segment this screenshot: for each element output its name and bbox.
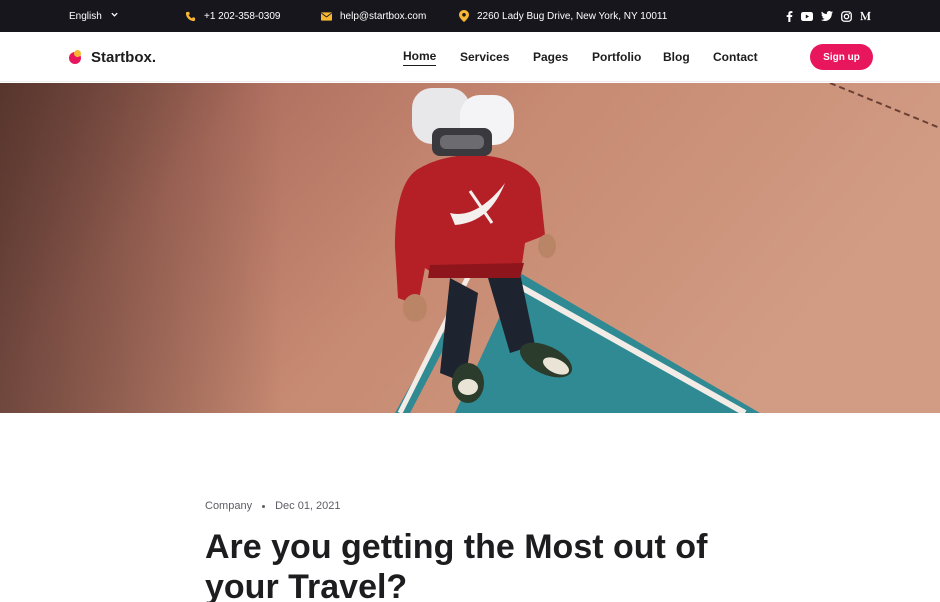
brand-logo[interactable]: Startbox. — [69, 32, 156, 82]
signup-button[interactable]: Sign up — [810, 44, 873, 70]
top-bar: English +1 202-358-0309 help@startbox.co… — [0, 0, 940, 32]
mail-icon — [321, 11, 332, 21]
nav-item-services[interactable]: Services — [460, 50, 509, 64]
email-contact[interactable]: help@startbox.com — [321, 0, 426, 32]
instagram-icon[interactable] — [841, 10, 852, 22]
logo-mark-icon — [69, 50, 83, 64]
language-selector[interactable]: English — [69, 0, 119, 32]
social-links — [786, 0, 871, 32]
phone-icon — [185, 11, 196, 22]
chevron-down-icon — [110, 10, 119, 22]
medium-icon[interactable] — [860, 10, 871, 22]
article-meta: Company Dec 01, 2021 — [205, 500, 341, 512]
facebook-icon[interactable] — [786, 10, 793, 22]
email-address: help@startbox.com — [340, 10, 427, 22]
phone-number: +1 202-358-0309 — [204, 10, 281, 22]
location-pin-icon — [459, 10, 469, 22]
nav-item-pages[interactable]: Pages — [533, 50, 568, 64]
article-title: Are you getting the Most out of your Tra… — [205, 528, 708, 602]
phone-contact[interactable]: +1 202-358-0309 — [185, 0, 280, 32]
street-address: 2260 Lady Bug Drive, New York, NY 10011 — [477, 10, 668, 22]
hero-illustration — [0, 83, 940, 413]
meta-separator — [262, 504, 266, 508]
language-label: English — [69, 10, 102, 22]
article-category[interactable]: Company — [205, 500, 252, 512]
nav-item-contact[interactable]: Contact — [713, 50, 758, 64]
twitter-icon[interactable] — [821, 10, 833, 22]
article-date: Dec 01, 2021 — [275, 500, 341, 512]
brand-name: Startbox. — [91, 48, 157, 66]
youtube-icon[interactable] — [801, 10, 813, 22]
nav-item-portfolio[interactable]: Portfolio — [592, 50, 641, 64]
address-contact: 2260 Lady Bug Drive, New York, NY 10011 — [459, 0, 667, 32]
main-navbar: Startbox. Home Services Pages Portfolio … — [0, 32, 940, 82]
hero-image — [0, 83, 940, 413]
nav-item-blog[interactable]: Blog — [663, 50, 690, 64]
nav-item-home[interactable]: Home — [403, 49, 437, 66]
